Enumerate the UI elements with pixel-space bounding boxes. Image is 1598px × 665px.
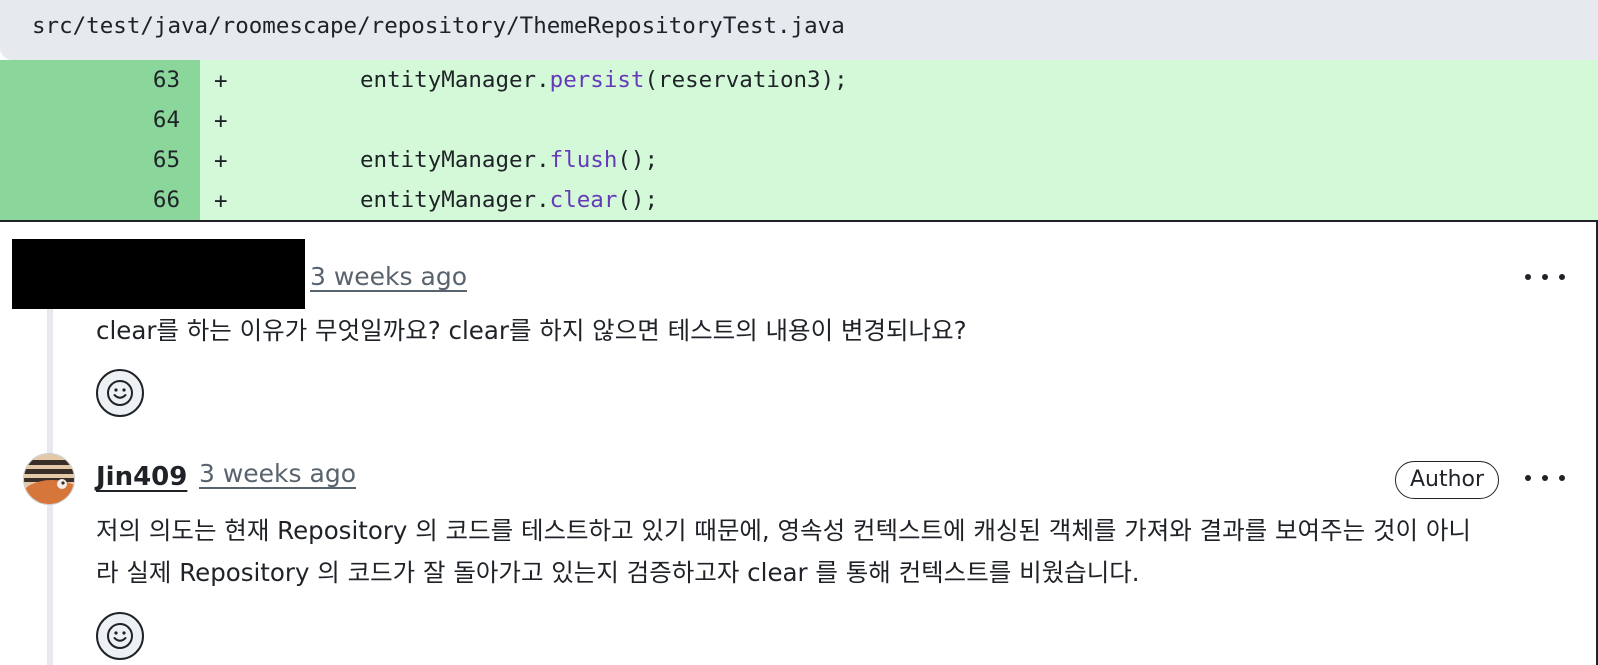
comment-body-line: 라 실제 Repository 의 코드가 잘 돌아가고 있는지 검증하고자 c… (96, 558, 1140, 587)
user-avatar[interactable] (23, 453, 75, 505)
diff-line: 66 + entityManager.clear(); (0, 180, 1598, 220)
smiley-icon (107, 623, 133, 649)
line-number: 65 (152, 147, 180, 173)
code-cell: + entityManager.flush(); (200, 140, 1598, 180)
comment-body: clear를 하는 이유가 무엇일까요? clear를 하지 않으면 테스트의 … (96, 316, 967, 345)
file-header: src/test/java/roomescape/repository/Them… (0, 0, 1598, 60)
comment-timestamp[interactable]: 3 weeks ago (310, 262, 467, 292)
add-reaction-button[interactable] (96, 369, 144, 417)
diff-hunk: 63 + entityManager.persist(reservation3)… (0, 60, 1598, 220)
diff-marker: + (214, 68, 228, 94)
diff-marker: + (214, 108, 228, 134)
line-number: 64 (152, 107, 180, 133)
comment-author-link[interactable]: Jin409 (96, 461, 187, 493)
line-number-gutter[interactable]: 63 (0, 60, 200, 100)
line-number: 66 (152, 187, 180, 213)
comment-timestamp[interactable]: 3 weeks ago (199, 459, 356, 489)
kebab-horizontal-icon[interactable] (1525, 471, 1565, 485)
line-number-gutter[interactable]: 64 (0, 100, 200, 140)
kebab-horizontal-icon[interactable] (1525, 270, 1565, 284)
smiley-icon (107, 380, 133, 406)
line-number-gutter[interactable]: 66 (0, 180, 200, 220)
diff-marker: + (214, 188, 228, 214)
code-cell: + entityManager.persist(reservation3); (200, 60, 1598, 100)
code-cell: + entityManager.clear(); (200, 180, 1598, 220)
line-number-gutter[interactable]: 65 (0, 140, 200, 180)
avatar-image (24, 454, 74, 504)
author-badge: Author (1395, 461, 1499, 499)
diff-line: 64 + (0, 100, 1598, 140)
comment-body-line: 저의 의도는 현재 Repository 의 코드를 테스트하고 있기 때문에,… (96, 516, 1471, 545)
diff-marker: + (214, 148, 228, 174)
redacted-author (12, 239, 305, 309)
diff-line: 63 + entityManager.persist(reservation3)… (0, 60, 1598, 100)
add-reaction-button[interactable] (96, 612, 144, 660)
file-path[interactable]: src/test/java/roomescape/repository/Them… (32, 12, 845, 40)
divider (0, 220, 1598, 222)
diff-line: 65 + entityManager.flush(); (0, 140, 1598, 180)
line-number: 63 (152, 67, 180, 93)
code-text: entityManager.clear(); (360, 187, 659, 213)
code-text: entityManager.flush(); (360, 147, 659, 173)
code-text: entityManager.persist(reservation3); (360, 67, 848, 93)
code-cell: + (200, 100, 1598, 140)
